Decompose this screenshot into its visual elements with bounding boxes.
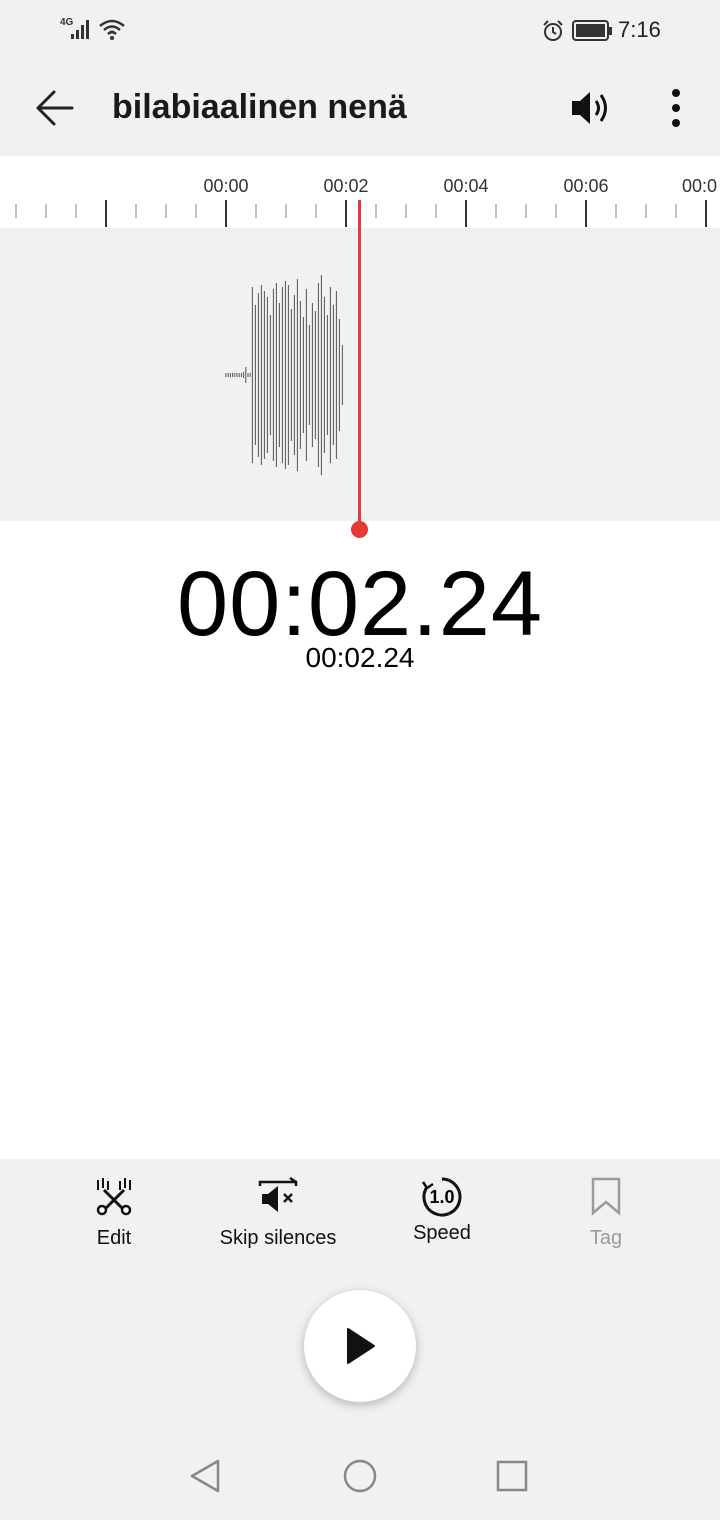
play-button[interactable] — [304, 1290, 416, 1402]
status-bar: 4G 7:16 — [0, 0, 720, 60]
timeline-label: 00:0 — [682, 176, 718, 196]
speed-icon: 1.0 — [421, 1176, 463, 1218]
status-time: 7:16 — [618, 17, 661, 42]
signal-icon — [71, 20, 89, 39]
edit-scissors-icon — [96, 1178, 132, 1216]
speaker-volume-icon[interactable] — [568, 88, 618, 128]
timeline-label: 00:00 — [203, 176, 249, 196]
wifi-icon — [99, 19, 125, 40]
tag-button[interactable]: Tag — [524, 1176, 688, 1250]
nav-home-icon[interactable] — [342, 1458, 378, 1494]
more-options-icon[interactable] — [668, 86, 684, 130]
edit-button[interactable]: Edit — [32, 1176, 196, 1250]
alarm-icon — [543, 20, 563, 41]
speed-value: 1.0 — [429, 1187, 455, 1207]
tag-label: Tag — [589, 1227, 623, 1249]
edit-label: Edit — [96, 1227, 132, 1249]
play-icon — [347, 1328, 375, 1364]
battery-icon — [572, 20, 612, 41]
timeline-label: 00:04 — [443, 176, 489, 196]
nav-recents-icon[interactable] — [495, 1459, 529, 1493]
playhead-handle[interactable] — [351, 521, 368, 538]
recording-title: bilabiaalinen nenä — [112, 88, 407, 126]
skip-silences-button[interactable]: Skip silences — [196, 1176, 360, 1250]
speed-label: Speed — [413, 1222, 471, 1244]
speed-button[interactable]: 1.0 Speed — [360, 1176, 524, 1245]
back-arrow-icon[interactable] — [34, 88, 76, 128]
skip-silences-icon — [258, 1176, 298, 1212]
nav-back-icon[interactable] — [188, 1458, 224, 1494]
timeline-label: 00:06 — [563, 176, 609, 196]
bookmark-icon — [591, 1177, 621, 1216]
playhead-line[interactable] — [358, 200, 361, 530]
playback-time-small: 00:02.24 — [305, 642, 415, 673]
skip-silences-label: Skip silences — [219, 1227, 337, 1249]
timeline-label: 00:02 — [323, 176, 369, 196]
